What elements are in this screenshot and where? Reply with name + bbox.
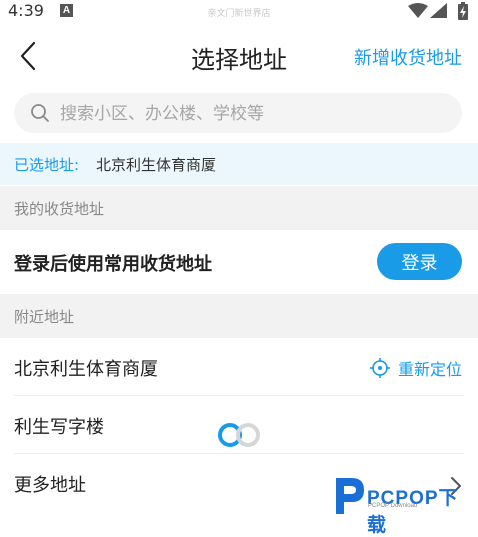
status-bar: 4:39 A 亲文门新世界店 [0,0,478,24]
status-center-text: 亲文门新世界店 [207,9,271,19]
nearby-item[interactable]: 北京利生体育商厦 重新定位 [0,338,478,396]
section-title-my-addresses: 我的收货地址 [14,200,105,218]
login-button[interactable]: 登录 [377,243,462,280]
section-title-nearby: 附近地址 [14,308,75,326]
relocate-label: 重新定位 [397,360,462,379]
wifi-icon [408,3,428,18]
search-box[interactable] [14,93,462,135]
search-input[interactable] [58,93,452,135]
watermark-sub: PCPOP Download [368,503,418,509]
watermark-brand: PCPOP下载 [367,488,459,536]
pcpop-logo-icon [336,478,364,514]
selected-address-label: 已选地址: [14,156,80,174]
section-header-my-addresses: 我的收货地址 [0,186,478,230]
login-row: 登录后使用常用收货地址 登录 [0,230,478,294]
selected-address-bar: 已选地址: 北京利生体育商厦 [0,143,478,185]
locate-icon [369,358,390,378]
nearby-item-name: 北京利生体育商厦 [14,359,158,380]
nearby-item-name: 利生写字楼 [14,417,104,438]
loading-icon [218,423,260,447]
battery-icon [458,2,468,20]
search-icon [31,104,49,122]
section-header-nearby: 附近地址 [0,294,478,338]
add-address-button[interactable]: 新增收货地址 [354,44,462,70]
back-button[interactable] [10,38,46,74]
nav-bar: 选择地址 新增收货地址 [0,24,478,88]
relocate-button[interactable]: 重新定位 [369,356,462,380]
selected-address-value: 北京利生体育商厦 [96,156,217,174]
login-prompt: 登录后使用常用收货地址 [14,254,212,275]
back-arrow-icon [20,41,36,71]
signal-icon [430,3,447,18]
more-addresses-label: 更多地址 [14,475,86,496]
